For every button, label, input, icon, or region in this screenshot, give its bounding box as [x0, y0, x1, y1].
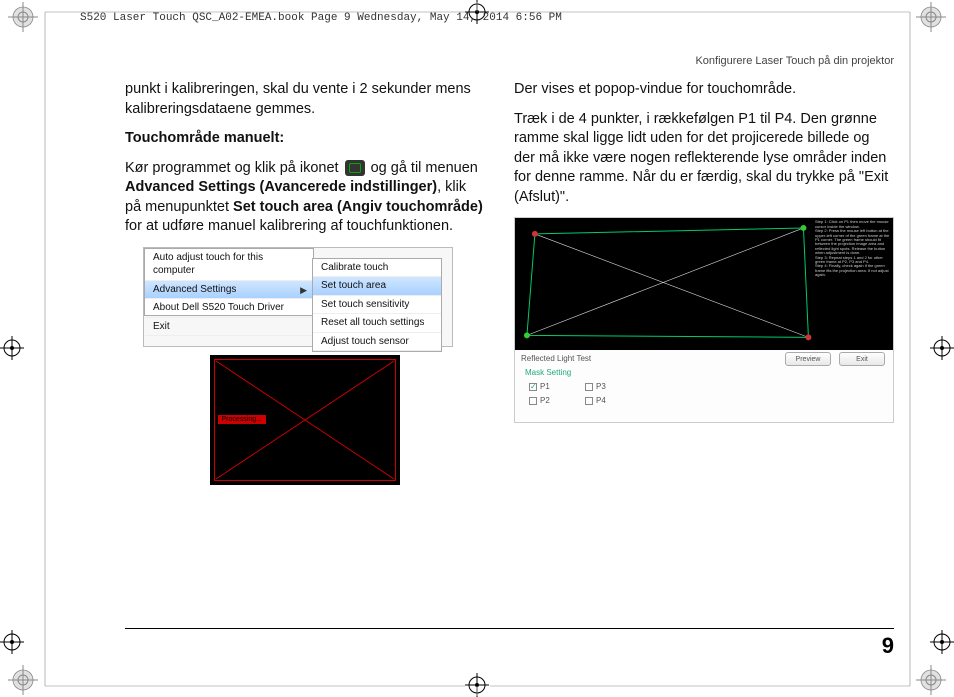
- crop-mark-icon: [0, 630, 24, 654]
- menu-item-highlighted: Advanced Settings▶: [145, 281, 313, 300]
- chevron-right-icon: ▶: [300, 284, 307, 296]
- checkbox-p1: P1: [529, 382, 550, 393]
- paragraph: punkt i kalibreringen, skal du vente i 2…: [125, 80, 484, 119]
- page-number: 9: [882, 633, 894, 659]
- paragraph: Træk i de 4 punkter, i rækkefølgen P1 ti…: [514, 110, 894, 208]
- calibration-instruction-text: Step 1: Click on P1 then move the mouse …: [815, 220, 893, 277]
- checkbox-p2: P2: [529, 396, 550, 407]
- submenu-item: Reset all touch settings: [313, 314, 441, 333]
- submenu-item: Adjust touch sensor: [313, 333, 441, 352]
- touch-setup-icon: [345, 160, 365, 176]
- page-rule: [125, 628, 894, 629]
- processing-label: Processing...: [218, 415, 266, 424]
- checkbox-p4: P4: [585, 396, 606, 407]
- context-menu-screenshot: Auto adjust touch for this computer Adva…: [143, 247, 453, 347]
- registration-target-icon: [916, 2, 946, 32]
- registration-target-icon: [8, 2, 38, 32]
- preview-button: Preview: [785, 352, 831, 366]
- submenu-item-highlighted: Set touch area: [313, 277, 441, 296]
- left-column: punkt i kalibreringen, skal du vente i 2…: [125, 80, 484, 485]
- panel-title: Reflected Light Test: [521, 354, 591, 365]
- paragraph: Der vises et popop-vindue for touchområd…: [514, 80, 894, 100]
- crop-mark-icon: [0, 336, 24, 360]
- checkbox-p3: P3: [585, 382, 606, 393]
- right-column: Der vises et popop-vindue for touchområd…: [514, 80, 894, 485]
- menu-item: Exit: [145, 318, 313, 337]
- document-header: S520 Laser Touch QSC_A02-EMEA.book Page …: [80, 12, 562, 24]
- registration-target-icon: [8, 665, 38, 695]
- submenu-item: Calibrate touch: [313, 259, 441, 278]
- crop-mark-icon: [930, 336, 954, 360]
- registration-target-icon: [916, 665, 946, 695]
- menu-item: Auto adjust touch for this computer: [145, 249, 313, 281]
- exit-button: Exit: [839, 352, 885, 366]
- panel-subtitle: Mask Setting: [525, 368, 571, 379]
- crop-mark-icon: [930, 630, 954, 654]
- submenu-item: Set touch sensitivity: [313, 296, 441, 315]
- crop-mark-icon: [465, 673, 489, 697]
- subheading: Touchområde manuelt:: [125, 129, 484, 149]
- touch-area-screenshot: Step 1: Click on P1 then move the mouse …: [514, 217, 894, 423]
- processing-screenshot: Processing...: [210, 355, 400, 485]
- menu-item: About Dell S520 Touch Driver: [145, 299, 313, 318]
- section-title: Konfigurere Laser Touch på din projektor: [695, 55, 894, 67]
- paragraph: Kør programmet og klik på ikonet og gå t…: [125, 159, 484, 237]
